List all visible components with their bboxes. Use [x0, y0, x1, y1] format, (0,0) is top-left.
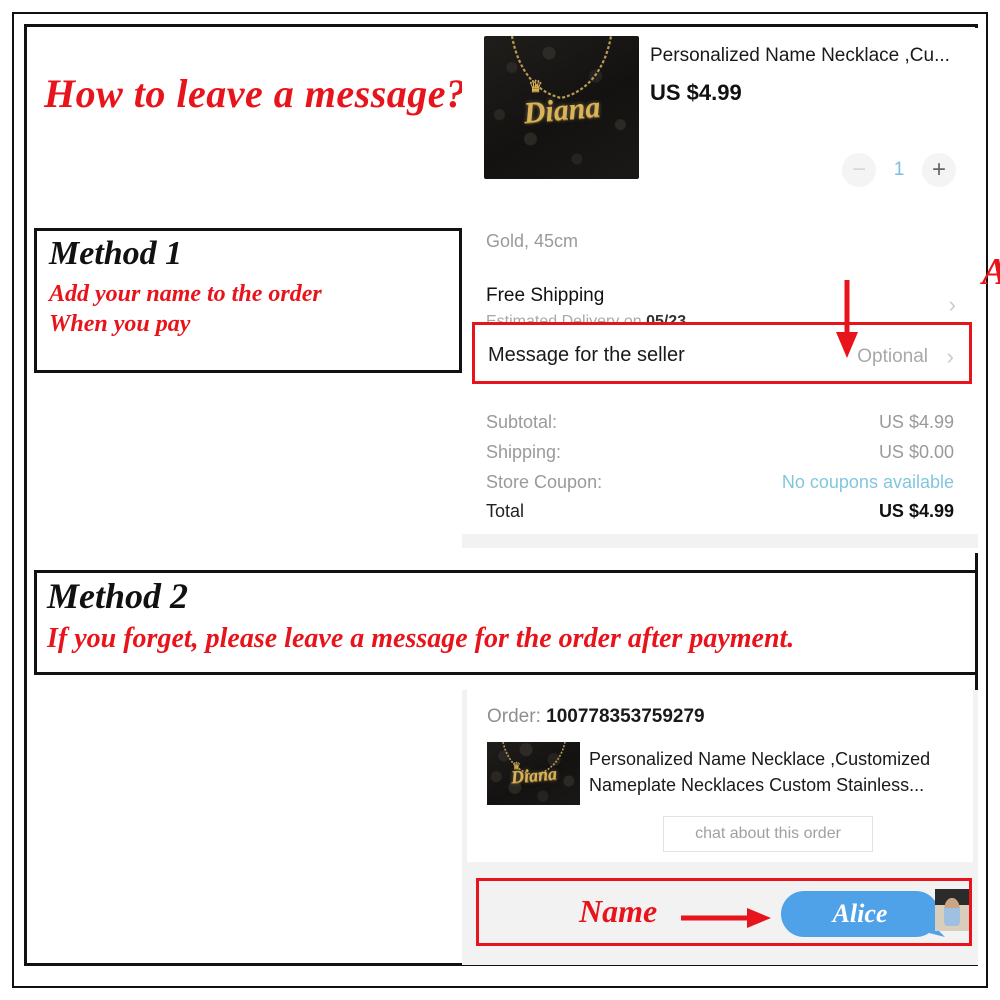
crown-icon: ♛ — [528, 77, 544, 96]
order-product-image[interactable]: ♛ Diana — [487, 742, 580, 805]
summary-value: US $0.00 — [878, 442, 954, 462]
product-title[interactable]: Personalized Name Necklace ,Cu... — [650, 44, 970, 68]
order-panel: Order: 100778353759279 ♛ Diana Personali… — [462, 690, 978, 965]
necklace-name-text: Diana — [521, 89, 602, 130]
avatar — [935, 889, 969, 931]
avatar-subject — [943, 898, 961, 926]
summary-value: US $4.99 — [878, 501, 954, 521]
shipping-title: Free Shipping — [486, 285, 605, 306]
message-for-seller-label[interactable]: Message for the seller — [488, 344, 685, 367]
method-2-line-1: If you forget, please leave a message fo… — [47, 623, 795, 654]
order-card: Order: 100778353759279 ♛ Diana Personali… — [467, 690, 973, 862]
method-1-title: Method 1 — [49, 235, 183, 272]
necklace-name-text-small: Diana — [509, 762, 558, 787]
poster-canvas: How to leave a message? Method 1 Add you… — [0, 0, 1000, 1000]
annotation-arrow-down-icon — [836, 280, 858, 358]
necklace-photo: ♛ Diana — [484, 36, 639, 179]
avatar-photo — [935, 889, 969, 931]
chevron-right-icon-message[interactable]: › — [947, 344, 954, 370]
quantity-decrease-button[interactable]: − — [842, 153, 876, 187]
quantity-value: 1 — [893, 159, 905, 180]
method-2-box: Method 2 If you forget, please leave a m… — [34, 570, 978, 675]
quantity-stepper[interactable]: − 1 + — [842, 153, 956, 187]
summary-key: Subtotal: — [486, 412, 558, 432]
order-number-prefix: Order: — [487, 706, 547, 727]
chat-message-highlight-box: Name Alice — [476, 878, 972, 946]
checkout-panel: ♛ Diana Personalized Name Necklace ,Cu..… — [462, 28, 1000, 553]
necklace-photo-small: ♛ Diana — [487, 742, 580, 805]
quantity-increase-button[interactable]: + — [922, 153, 956, 187]
order-product-description: Personalized Name Necklace ,Customized N… — [589, 749, 931, 796]
annotation-alice-label: Alice — [982, 250, 1000, 294]
panel-divider — [462, 534, 978, 548]
method-1-line-1: Add your name to the order — [49, 281, 322, 307]
summary-value: US $4.99 — [878, 412, 954, 432]
summary-key: Shipping: — [486, 442, 562, 462]
method-1-line-2: When you pay — [49, 311, 191, 337]
page-title: How to leave a message? — [44, 71, 467, 116]
summary-key: Total — [486, 501, 525, 521]
annotation-name-label: Name — [579, 893, 658, 929]
product-variant: Gold, 45cm — [486, 231, 579, 251]
product-image: ♛ Diana — [484, 36, 639, 179]
order-number-row: Order: 100778353759279 — [487, 706, 705, 728]
summary-key: Store Coupon: — [486, 472, 603, 492]
product-price: US $4.99 — [650, 80, 742, 105]
chat-about-this-order-button[interactable]: chat about this order — [663, 816, 873, 852]
chat-bubble-text: Alice — [832, 899, 888, 928]
annotation-arrow-right-icon — [681, 908, 771, 928]
chevron-right-icon-shipping[interactable]: › — [949, 292, 956, 318]
method-1-box: Method 1 Add your name to the order When… — [34, 228, 462, 373]
chat-bubble[interactable]: Alice — [781, 891, 939, 937]
order-number-value[interactable]: 100778353759279 — [546, 706, 705, 727]
summary-value-coupon-link[interactable]: No coupons available — [782, 472, 954, 493]
method-2-title: Method 2 — [47, 576, 189, 616]
message-for-seller-value: Optional — [857, 346, 928, 367]
